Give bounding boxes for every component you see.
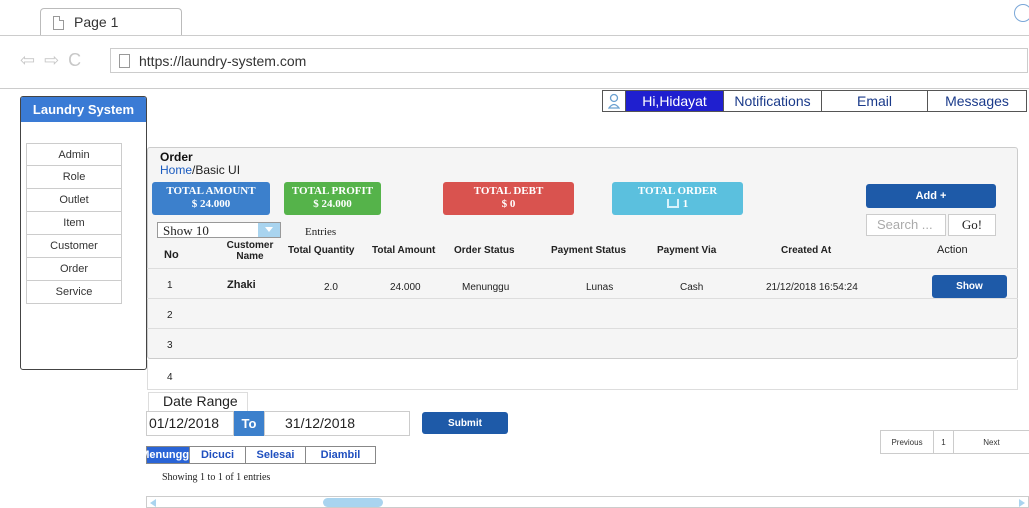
- total-debt-label: TOTAL DEBT: [473, 185, 544, 197]
- row-payment-status: Lunas: [586, 282, 614, 293]
- sidebar-item-outlet[interactable]: Outlet: [26, 189, 122, 212]
- add-button[interactable]: Add +: [866, 184, 996, 208]
- row-created-at: 21/12/2018 16:54:24: [766, 282, 858, 293]
- user-icon[interactable]: [603, 91, 625, 111]
- submit-button[interactable]: Submit: [422, 412, 508, 434]
- total-order-card: TOTAL ORDER 1: [612, 182, 743, 215]
- showing-entries-text: Showing 1 to 1 of 1 entries: [162, 472, 271, 483]
- total-profit-label: TOTAL PROFIT: [291, 185, 374, 197]
- row-divider: [147, 268, 1018, 269]
- horizontal-scrollbar[interactable]: [146, 496, 1029, 508]
- sidebar-menu: Admin Role Outlet Item Customer Order Se…: [26, 143, 122, 304]
- row-no: 3: [167, 340, 173, 351]
- entries-select-value: Show 10: [163, 223, 209, 238]
- nav-buttons[interactable]: ⇦ ⇨ C: [20, 50, 83, 71]
- row-divider: [147, 328, 1018, 329]
- tab-selesai[interactable]: Selesai: [245, 447, 305, 463]
- total-order-label: TOTAL ORDER: [637, 185, 718, 197]
- address-bar[interactable]: https://laundry-system.com: [110, 48, 1028, 73]
- table-row: [147, 360, 1018, 390]
- row-total-amount: 24.000: [390, 282, 421, 293]
- sidebar: Laundry System Admin Role Outlet Item Cu…: [20, 96, 147, 370]
- date-to-input[interactable]: 31/12/2018: [264, 411, 410, 436]
- entries-select[interactable]: Show 10: [157, 222, 281, 238]
- tab-divider: [0, 35, 1029, 36]
- tab-dicuci[interactable]: Dicuci: [189, 447, 245, 463]
- sidebar-item-role[interactable]: Role: [26, 166, 122, 189]
- row-customer-name: Zhaki: [227, 279, 256, 291]
- pagination-next[interactable]: Next: [953, 431, 1029, 453]
- sidebar-item-customer[interactable]: Customer: [26, 235, 122, 258]
- scrollbar-thumb[interactable]: [323, 498, 383, 507]
- tab-title: Page 1: [74, 14, 119, 30]
- pagination: Previous 1 Next: [880, 430, 1029, 454]
- breadcrumb-current: /Basic UI: [192, 163, 241, 177]
- total-debt-card: TOTAL DEBT $ 0: [443, 182, 574, 215]
- scroll-right-icon[interactable]: [1019, 499, 1025, 507]
- top-nav: Hi,Hidayat Notifications Email Messages: [602, 90, 1027, 112]
- row-no: 4: [167, 372, 173, 383]
- total-amount-value: $ 24.000: [191, 198, 231, 210]
- cart-icon: [666, 199, 679, 208]
- col-header-payment-via: Payment Via: [657, 245, 717, 256]
- sidebar-item-service[interactable]: Service: [26, 281, 122, 304]
- total-amount-card: TOTAL AMOUNT $ 24.000: [152, 182, 270, 215]
- sidebar-item-item[interactable]: Item: [26, 212, 122, 235]
- row-no: 1: [167, 280, 173, 291]
- user-greeting[interactable]: Hi,Hidayat: [625, 91, 723, 111]
- page-icon: [53, 16, 64, 30]
- total-profit-value: $ 24.000: [313, 198, 352, 210]
- row-order-status: Menunggu: [462, 282, 510, 293]
- status-tabs: Menunggu Dicuci Selesai Diambil: [140, 446, 376, 464]
- tab-diambil[interactable]: Diambil: [305, 447, 375, 463]
- show-button[interactable]: Show: [932, 275, 1007, 298]
- pagination-previous[interactable]: Previous: [881, 431, 933, 453]
- pagination-page-1[interactable]: 1: [933, 431, 953, 453]
- row-divider: [147, 298, 1018, 299]
- messages-link[interactable]: Messages: [927, 91, 1026, 111]
- page-icon: [119, 54, 130, 68]
- date-from-input[interactable]: 01/12/2018: [146, 411, 234, 436]
- breadcrumb-home-link[interactable]: Home: [160, 163, 192, 177]
- total-debt-value: $ 0: [501, 198, 516, 210]
- col-header-total-amount: Total Amount: [372, 245, 436, 256]
- page-title: Order: [160, 150, 193, 164]
- email-link[interactable]: Email: [821, 91, 927, 111]
- row-no: 2: [167, 310, 173, 321]
- sidebar-title: Laundry System: [21, 97, 146, 122]
- total-order-value: 1: [682, 198, 689, 210]
- scroll-left-icon[interactable]: [150, 499, 156, 507]
- browser-tab[interactable]: Page 1: [40, 8, 182, 36]
- breadcrumb: Home/Basic UI: [160, 163, 240, 177]
- row-payment-via: Cash: [680, 282, 704, 293]
- go-button[interactable]: Go!: [948, 214, 996, 236]
- sidebar-item-admin[interactable]: Admin: [26, 143, 122, 166]
- tab-menunggu[interactable]: Menunggu: [140, 447, 196, 463]
- search-input[interactable]: Search ...: [866, 214, 946, 236]
- col-header-created-at: Created At: [781, 245, 832, 256]
- col-header-action: Action: [937, 244, 968, 256]
- total-amount-label: TOTAL AMOUNT: [166, 185, 256, 197]
- col-header-order-status: Order Status: [454, 245, 515, 256]
- entries-label: Entries: [305, 226, 337, 238]
- col-header-total-quantity: Total Quantity: [288, 245, 355, 256]
- notifications-link[interactable]: Notifications: [723, 91, 821, 111]
- url-text: https://laundry-system.com: [139, 53, 307, 69]
- col-header-customer-name: Customer Name: [226, 240, 274, 262]
- window-control-icon[interactable]: [1014, 4, 1029, 22]
- chevron-down-icon[interactable]: [258, 223, 280, 237]
- date-to-label: To: [234, 411, 264, 436]
- chrome-divider: [0, 88, 1029, 89]
- col-header-payment-status: Payment Status: [551, 245, 627, 256]
- sidebar-item-order[interactable]: Order: [26, 258, 122, 281]
- col-header-no: No: [164, 249, 179, 261]
- row-total-quantity: 2.0: [324, 282, 338, 293]
- total-profit-card: TOTAL PROFIT $ 24.000: [284, 182, 381, 215]
- date-range-label: Date Range: [148, 392, 248, 411]
